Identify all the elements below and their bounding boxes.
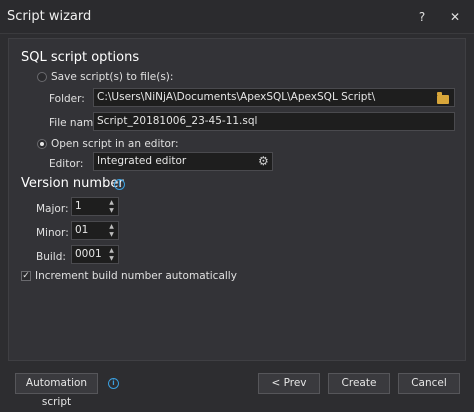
open-editor-label: Open script in an editor: bbox=[51, 138, 179, 150]
major-stepper[interactable]: 1 ▲ ▼ bbox=[71, 197, 119, 216]
editor-select[interactable]: Integrated editor bbox=[93, 152, 273, 171]
folder-label: Folder: bbox=[49, 93, 85, 105]
info-icon[interactable]: i bbox=[108, 378, 119, 389]
folder-browse-icon[interactable] bbox=[437, 92, 449, 104]
build-stepper[interactable]: 0001 ▲ ▼ bbox=[71, 245, 119, 264]
open-editor-radio[interactable] bbox=[37, 139, 47, 149]
title-bar: Script wizard ? ✕ bbox=[0, 0, 474, 34]
automation-script-button[interactable]: Automation script bbox=[15, 373, 98, 408]
minor-stepper[interactable]: 01 ▲ ▼ bbox=[71, 221, 119, 240]
create-button[interactable]: Create bbox=[328, 373, 390, 394]
window-title: Script wizard bbox=[7, 9, 92, 24]
increment-label: Increment build number automatically bbox=[35, 270, 237, 282]
editor-label: Editor: bbox=[49, 158, 84, 170]
info-icon[interactable]: i bbox=[114, 179, 125, 190]
sql-options-heading: SQL script options bbox=[21, 50, 140, 65]
stepper-arrows-icon[interactable]: ▲ ▼ bbox=[107, 199, 116, 215]
minor-value: 01 bbox=[75, 224, 89, 236]
stepper-arrows-icon[interactable]: ▲ ▼ bbox=[107, 247, 116, 263]
major-value: 1 bbox=[75, 200, 82, 212]
version-heading: Version number bbox=[21, 176, 124, 191]
save-to-file-radio[interactable] bbox=[37, 72, 47, 82]
filename-input[interactable]: Script_20181006_23-45-11.sql bbox=[93, 112, 455, 131]
build-label: Build: bbox=[36, 251, 66, 263]
folder-input[interactable]: C:\Users\NiNjA\Documents\ApexSQL\ApexSQL… bbox=[93, 88, 455, 107]
save-to-file-label: Save script(s) to file(s): bbox=[51, 71, 174, 83]
build-value: 0001 bbox=[75, 248, 102, 260]
gear-icon[interactable]: ⚙ bbox=[258, 154, 269, 168]
prev-button[interactable]: < Prev bbox=[258, 373, 320, 394]
major-label: Major: bbox=[36, 203, 69, 215]
cancel-button[interactable]: Cancel bbox=[398, 373, 460, 394]
help-button[interactable]: ? bbox=[411, 6, 433, 28]
minor-label: Minor: bbox=[36, 227, 69, 239]
increment-checkbox[interactable]: ✓ bbox=[21, 271, 31, 281]
stepper-arrows-icon[interactable]: ▲ ▼ bbox=[107, 223, 116, 239]
close-button[interactable]: ✕ bbox=[444, 6, 466, 28]
